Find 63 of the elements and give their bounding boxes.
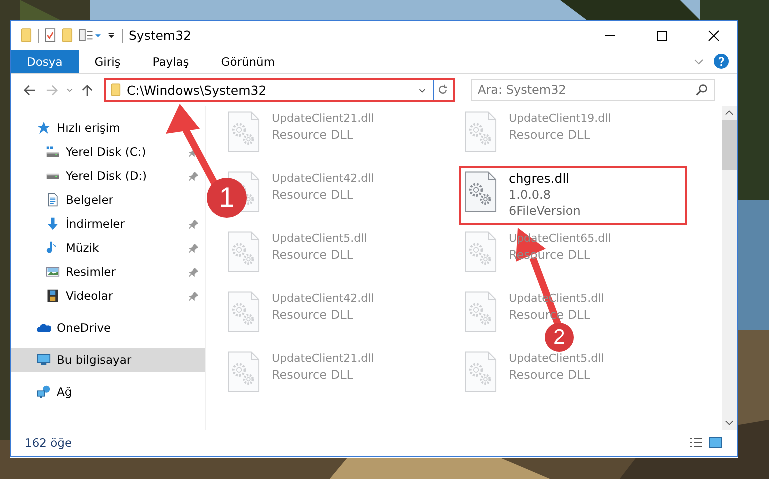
item-count: 162 öğe xyxy=(25,436,72,450)
network-icon xyxy=(37,385,51,399)
scrollbar[interactable] xyxy=(722,106,737,430)
sidebar-item[interactable]: Videolar xyxy=(11,284,205,308)
star-icon xyxy=(37,121,51,135)
search-icon[interactable] xyxy=(696,84,708,96)
document-icon xyxy=(46,193,60,207)
close-icon xyxy=(708,30,720,42)
file-detail: Resource DLL xyxy=(272,367,354,383)
drive-icon xyxy=(46,145,60,159)
drive-icon xyxy=(46,172,60,180)
sidebar-item[interactable]: Ağ xyxy=(11,380,205,404)
customize-caret-icon[interactable] xyxy=(107,31,116,40)
sidebar-item[interactable]: İndirmeler xyxy=(11,212,205,236)
ribbon-tab[interactable]: Görünüm xyxy=(205,50,292,73)
file-detail: Resource DLL xyxy=(509,127,592,143)
pin-icon[interactable] xyxy=(189,244,198,252)
sidebar-item[interactable]: Hızlı erişim xyxy=(11,116,205,140)
ribbon-tab[interactable]: Dosya xyxy=(11,50,79,73)
file-detail: Resource DLL xyxy=(272,187,354,203)
scrollbar-thumb[interactable] xyxy=(722,120,737,170)
file-detail: 6FileVersion xyxy=(509,203,581,219)
window-title: System32 xyxy=(129,28,192,43)
file-detail: 1.0.0.8 xyxy=(509,187,552,203)
film-icon xyxy=(46,289,60,303)
recent-caret-icon[interactable] xyxy=(66,86,74,94)
up-arrow-icon[interactable] xyxy=(81,84,94,96)
sidebar-item[interactable]: Yerel Disk (C:) xyxy=(11,140,205,164)
maximize-icon xyxy=(656,30,668,42)
file-detail: Resource DLL xyxy=(509,367,592,383)
refresh-icon xyxy=(437,84,449,96)
address-bar[interactable]: C:\Windows\System32 xyxy=(104,78,455,102)
scroll-up-icon[interactable] xyxy=(725,110,734,116)
pin-icon[interactable] xyxy=(189,172,198,180)
pin-icon[interactable] xyxy=(189,268,198,276)
address-path: C:\Windows\System32 xyxy=(127,82,268,98)
file-detail: Resource DLL xyxy=(272,127,354,143)
sidebar-item[interactable]: Belgeler xyxy=(11,188,205,212)
monitor-icon xyxy=(37,353,51,367)
pin-icon[interactable] xyxy=(189,220,198,228)
sidebar-item[interactable]: Resimler xyxy=(11,260,205,284)
expand-ribbon-icon[interactable] xyxy=(694,58,704,64)
sidebar-item[interactable]: OneDrive xyxy=(11,316,205,340)
file-detail: Resource DLL xyxy=(272,247,354,263)
view-menu-icon[interactable] xyxy=(79,28,101,43)
back-arrow-icon[interactable] xyxy=(23,84,36,96)
details-view-icon[interactable] xyxy=(689,437,703,449)
pin-icon[interactable] xyxy=(189,292,198,300)
properties-check-icon[interactable] xyxy=(45,28,56,43)
help-icon[interactable] xyxy=(714,54,729,69)
sidebar-item[interactable]: Müzik xyxy=(11,236,205,260)
scroll-down-icon[interactable] xyxy=(725,420,734,426)
search-field[interactable]: Ara: System32 xyxy=(471,79,715,101)
download-arrow-icon xyxy=(46,217,60,231)
image-icon xyxy=(46,265,60,279)
file-name[interactable]: chgres.dll xyxy=(509,171,581,187)
large-icons-view-icon[interactable] xyxy=(709,437,723,449)
sidebar-item[interactable]: Yerel Disk (D:) xyxy=(11,164,205,188)
folder-icon xyxy=(111,83,121,97)
ribbon-tab[interactable]: Paylaş xyxy=(136,50,206,73)
ribbon-tab[interactable]: Giriş xyxy=(78,50,137,73)
file-detail: Resource DLL xyxy=(272,307,354,323)
sidebar-item[interactable]: Bu bilgisayar xyxy=(11,348,205,372)
